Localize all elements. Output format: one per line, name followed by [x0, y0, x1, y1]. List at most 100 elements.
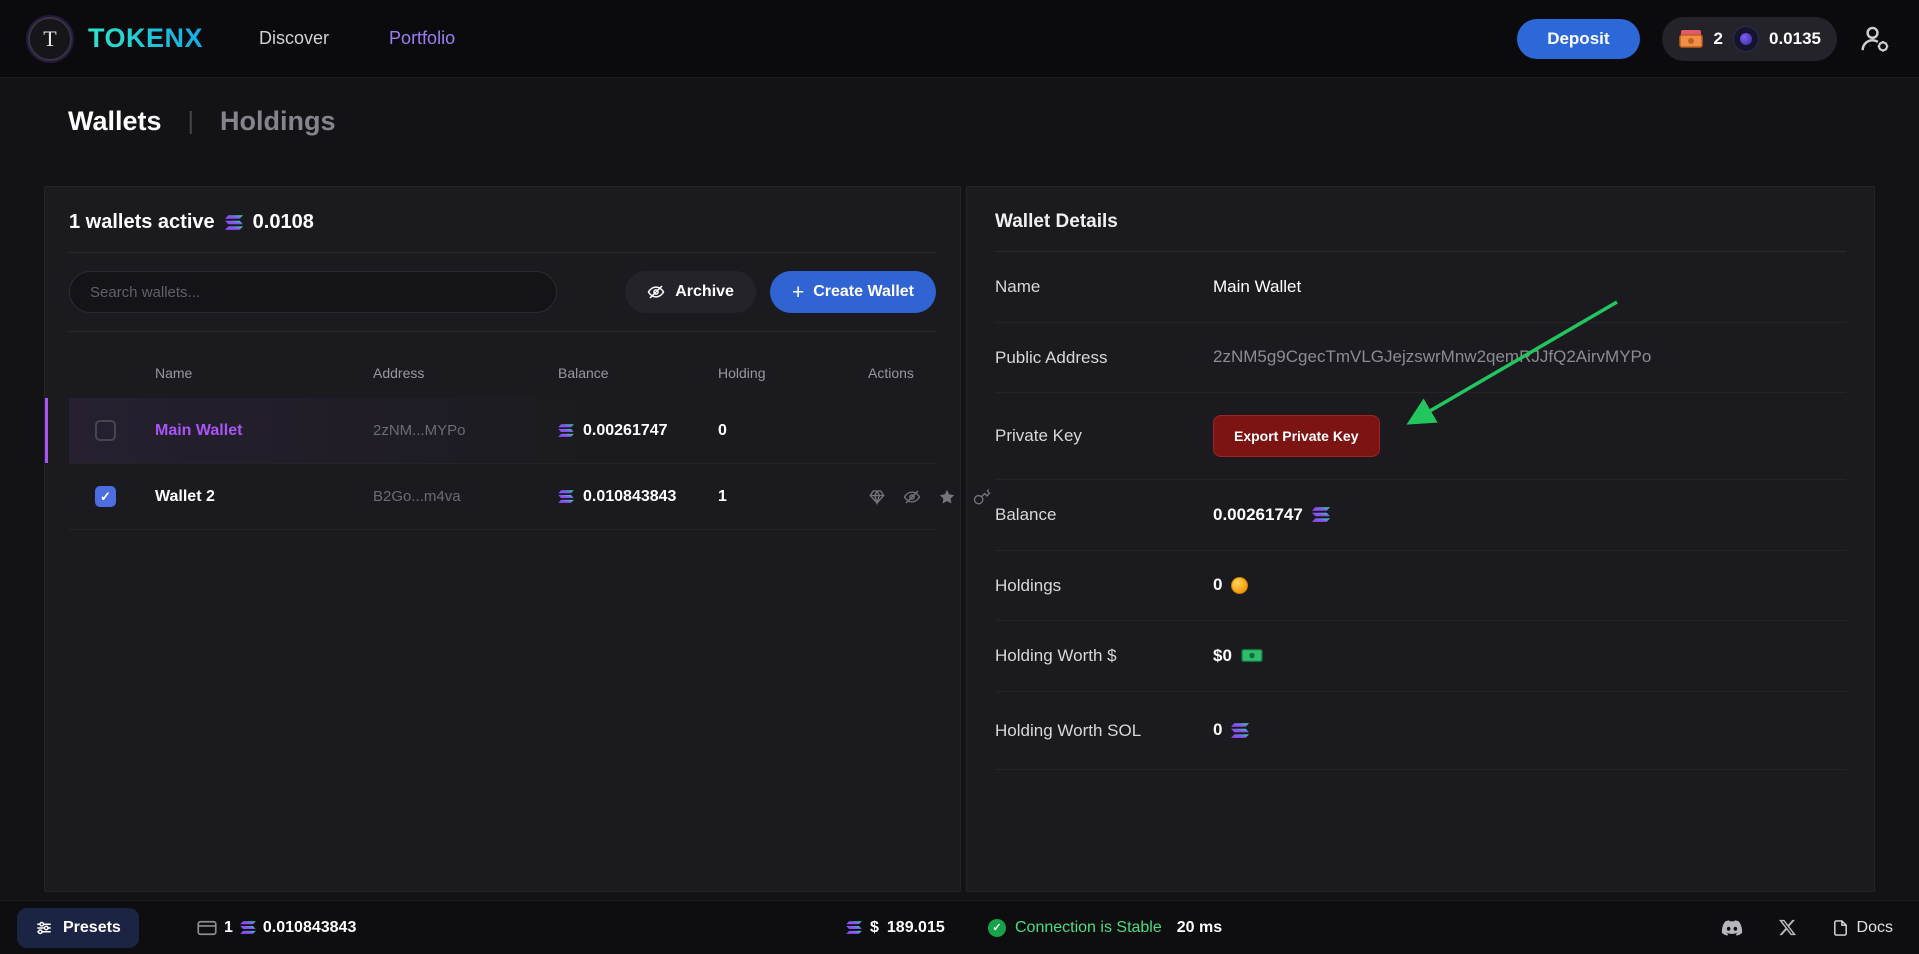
docs-file-icon — [1832, 919, 1849, 937]
archive-label: Archive — [675, 283, 734, 301]
connection-status: Connection is Stable — [1015, 919, 1162, 937]
field-value: Main Wallet — [1213, 277, 1846, 297]
wallet-details-panel: Wallet Details Name Main Wallet Public A… — [966, 186, 1875, 892]
sol-amount: 0.0135 — [1769, 29, 1821, 49]
cash-count: 2 — [1714, 29, 1723, 49]
col-balance: Balance — [558, 365, 718, 381]
field-label: Name — [995, 274, 1147, 300]
sol-price-group: $ 189.015 — [846, 901, 945, 954]
presets-label: Presets — [63, 919, 121, 937]
balance-pill[interactable]: 2 0.0135 — [1662, 17, 1837, 61]
wallets-active-sol: 0.0108 — [253, 211, 314, 234]
solana-icon — [558, 490, 574, 503]
detail-row-holdings: Holdings 0 — [995, 551, 1846, 622]
portfolio-tabs: Wallets | Holdings — [0, 78, 1919, 137]
key-icon[interactable] — [973, 488, 991, 506]
wallet-total-group: 1 0.010843843 — [197, 901, 356, 954]
top-nav: T TOKENX Discover Portfolio Deposit 2 0.… — [0, 0, 1919, 78]
wallets-table: Name Address Balance Holding Actions Mai… — [69, 348, 936, 530]
table-row[interactable]: Main Wallet 2zNM...MYPo 0.00261747 0 — [69, 398, 936, 464]
wallets-summary: 1 wallets active 0.0108 — [69, 211, 936, 234]
field-label: Holdings — [995, 573, 1147, 599]
wallet-count: 1 — [224, 919, 233, 937]
details-title: Wallet Details — [995, 211, 1846, 233]
plus-icon: + — [792, 282, 804, 303]
price-currency: $ — [870, 919, 879, 937]
content-panels: 1 wallets active 0.0108 Archive + — [44, 186, 1875, 892]
col-address: Address — [373, 365, 558, 381]
wallet-card-icon — [197, 920, 217, 936]
price-value: 189.015 — [887, 919, 945, 937]
eye-off-icon[interactable] — [903, 488, 921, 506]
nav-portfolio[interactable]: Portfolio — [389, 28, 455, 49]
wallet-controls: Archive + Create Wallet — [69, 271, 936, 313]
col-holding: Holding — [718, 365, 868, 381]
table-row[interactable]: Wallet 2 B2Go...m4va 0.010843843 1 — [69, 464, 936, 530]
solana-icon — [846, 921, 862, 934]
star-icon[interactable] — [938, 488, 956, 506]
table-header: Name Address Balance Holding Actions — [69, 348, 936, 398]
wallet-total: 0.010843843 — [263, 919, 356, 937]
create-wallet-label: Create Wallet — [813, 283, 914, 301]
divider — [69, 331, 936, 332]
deposit-button[interactable]: Deposit — [1517, 19, 1639, 59]
topnav-right: Deposit 2 0.0135 — [1517, 17, 1891, 61]
detail-row-worth-usd: Holding Worth $ $0 — [995, 621, 1846, 692]
solana-icon — [1231, 723, 1249, 738]
search-input[interactable] — [69, 271, 557, 313]
connection-group: ✓ Connection is Stable 20 ms — [988, 901, 1222, 954]
worth-sol-value: 0 — [1213, 720, 1222, 740]
tab-wallets[interactable]: Wallets — [68, 106, 162, 137]
col-actions: Actions — [868, 365, 940, 381]
archive-button[interactable]: Archive — [625, 271, 756, 313]
tab-separator: | — [188, 107, 195, 136]
x-icon[interactable] — [1779, 919, 1796, 936]
solana-icon — [240, 921, 256, 934]
presets-sliders-icon — [35, 919, 53, 937]
brand-logo[interactable]: T — [28, 17, 72, 61]
wallet-balance: 0.010843843 — [583, 488, 676, 506]
eye-off-icon — [647, 283, 665, 301]
wallets-panel: 1 wallets active 0.0108 Archive + — [44, 186, 961, 892]
social-links: Docs — [1721, 901, 1893, 954]
field-label: Holding Worth $ — [995, 643, 1147, 669]
detail-row-name: Name Main Wallet — [995, 252, 1846, 323]
detail-row-public-address: Public Address 2zNM5g9CgecTmVLGJejzswrMn… — [995, 323, 1846, 394]
solana-icon — [558, 424, 574, 437]
wallet-address: 2zNM...MYPo — [373, 422, 558, 439]
logo-letter: T — [43, 26, 56, 52]
field-label: Balance — [995, 502, 1147, 528]
row-checkbox[interactable] — [95, 486, 116, 507]
holdings-value: 0 — [1213, 575, 1222, 595]
wallet-name[interactable]: Wallet 2 — [155, 488, 373, 506]
field-label: Public Address — [995, 345, 1147, 371]
wallet-address: B2Go...m4va — [373, 488, 558, 505]
discord-icon[interactable] — [1721, 918, 1743, 938]
gem-icon[interactable] — [868, 488, 886, 506]
brand-name: TOKENX — [88, 23, 203, 54]
wallet-balance: 0.00261747 — [583, 422, 668, 440]
check-circle-icon: ✓ — [988, 919, 1006, 937]
row-actions — [868, 488, 1017, 506]
nav-discover[interactable]: Discover — [259, 28, 329, 49]
cash-stack-icon — [1678, 28, 1704, 50]
main-nav: Discover Portfolio — [259, 28, 455, 49]
create-wallet-button[interactable]: + Create Wallet — [770, 271, 936, 313]
status-bar: Presets 1 0.010843843 $ 189.015 ✓ Connec… — [0, 900, 1919, 954]
col-name: Name — [155, 365, 373, 381]
docs-label: Docs — [1857, 919, 1893, 937]
export-private-key-button[interactable]: Export Private Key — [1213, 415, 1380, 457]
solana-icon — [1312, 507, 1330, 522]
presets-button[interactable]: Presets — [17, 908, 139, 948]
docs-link[interactable]: Docs — [1832, 919, 1893, 937]
balance-value: 0.00261747 — [1213, 505, 1303, 525]
solana-icon — [225, 215, 243, 230]
tab-holdings[interactable]: Holdings — [220, 106, 336, 137]
row-checkbox[interactable] — [95, 420, 116, 441]
field-label: Holding Worth SOL — [995, 718, 1147, 744]
wallet-holding: 1 — [718, 488, 868, 506]
wallet-name[interactable]: Main Wallet — [155, 422, 373, 440]
user-settings-icon[interactable] — [1859, 24, 1891, 54]
wallets-active-text: 1 wallets active — [69, 211, 215, 234]
latency-value: 20 ms — [1177, 919, 1222, 937]
